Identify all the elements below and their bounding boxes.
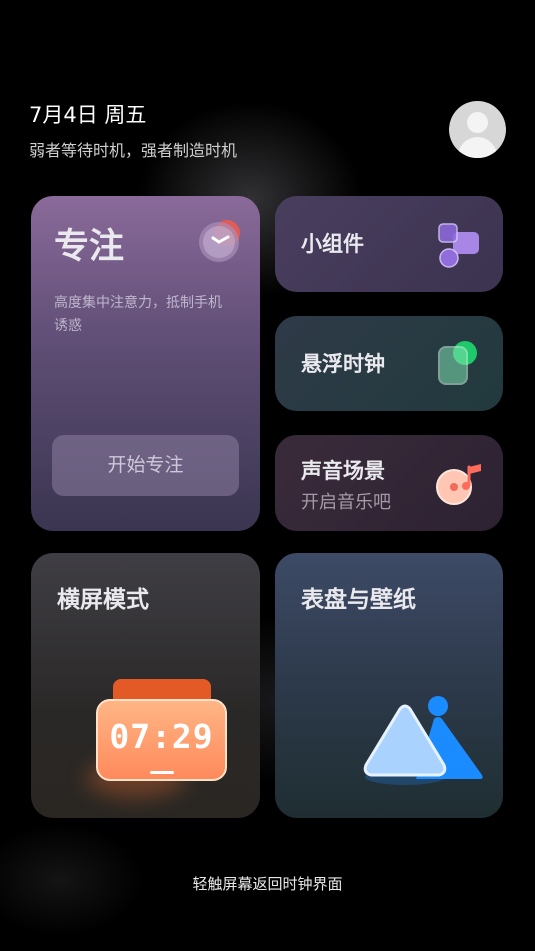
sound-scene-title: 声音场景 bbox=[301, 459, 385, 483]
avatar-shoulders bbox=[458, 137, 497, 158]
clock-indicator-bar bbox=[150, 771, 174, 774]
image-mountain-icon bbox=[363, 696, 483, 785]
alarm-clock-icon bbox=[199, 220, 240, 262]
dial-wallpaper-title: 表盘与壁纸 bbox=[301, 587, 416, 613]
landscape-clock-icon: 07:29 bbox=[96, 699, 227, 781]
floating-clock-title: 悬浮时钟 bbox=[301, 352, 385, 376]
floating-window-icon bbox=[438, 341, 477, 385]
music-disc-icon bbox=[436, 464, 481, 505]
landscape-clock-time: 07:29 bbox=[109, 717, 214, 756]
widgets-icon bbox=[438, 223, 479, 268]
focus-description: 高度集中注意力，抵制手机诱惑 bbox=[54, 295, 222, 334]
date-label: 7月4日 周五 bbox=[29, 103, 147, 127]
dial-wallpaper-card[interactable]: 表盘与壁纸 bbox=[275, 553, 503, 818]
avatar-head bbox=[467, 112, 488, 133]
start-focus-button[interactable]: 开始专注 bbox=[52, 435, 239, 496]
landscape-mode-card[interactable]: 横屏模式 07:29 bbox=[31, 553, 260, 818]
return-hint[interactable]: 轻触屏幕返回时钟界面 bbox=[0, 873, 535, 894]
widget-card[interactable]: 小组件 bbox=[275, 196, 503, 292]
motto-text: 弱者等待时机，强者制造时机 bbox=[29, 141, 238, 160]
floating-clock-card[interactable]: 悬浮时钟 bbox=[275, 316, 503, 411]
sound-scene-card[interactable]: 声音场景 开启音乐吧 bbox=[275, 435, 503, 531]
sound-scene-subtitle: 开启音乐吧 bbox=[301, 492, 391, 513]
landscape-mode-title: 横屏模式 bbox=[57, 587, 149, 613]
avatar[interactable] bbox=[449, 101, 506, 158]
focus-title: 专注 bbox=[54, 227, 125, 267]
widget-title: 小组件 bbox=[301, 232, 364, 256]
focus-card[interactable]: 专注 高度集中注意力，抵制手机诱惑 开始专注 bbox=[31, 196, 260, 531]
